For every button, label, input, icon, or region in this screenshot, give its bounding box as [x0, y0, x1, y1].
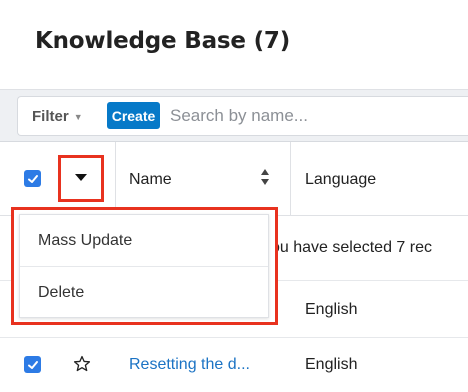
caret-down-icon	[75, 174, 87, 181]
select-all-checkbox[interactable]	[24, 170, 41, 187]
column-header-name[interactable]: Name	[129, 171, 172, 189]
row-language: English	[305, 356, 358, 373]
search-input[interactable]	[170, 102, 460, 130]
selection-notice-text: ou have selected 7 rec	[271, 239, 432, 256]
menu-item-delete[interactable]: Delete	[20, 267, 268, 319]
list-toolbar: Filter ▼ Create	[0, 90, 468, 142]
mass-actions-dropdown-button[interactable]	[58, 155, 104, 202]
menu-item-mass-update[interactable]: Mass Update	[20, 215, 268, 267]
row-language: English	[305, 301, 358, 318]
column-divider	[115, 142, 116, 216]
row-checkbox[interactable]	[24, 356, 41, 373]
sort-icon[interactable]	[260, 168, 270, 186]
filter-label: Filter	[32, 107, 69, 125]
create-button[interactable]: Create	[107, 102, 160, 129]
page-header: Knowledge Base (7)	[0, 0, 468, 90]
table-row[interactable]: Resetting the d... English	[0, 338, 468, 392]
row-name-link[interactable]: Resetting the d...	[129, 356, 250, 374]
check-icon	[27, 174, 38, 183]
filter-bar: Filter ▼ Create	[17, 96, 468, 136]
table-header: Name Language	[0, 142, 468, 216]
column-header-language[interactable]: Language	[305, 171, 376, 189]
chevron-down-icon: ▼	[73, 112, 83, 122]
column-divider	[290, 142, 291, 216]
favorite-star-icon[interactable]	[73, 355, 91, 373]
mass-actions-menu-highlight: Mass Update Delete	[11, 207, 278, 325]
page-title: Knowledge Base (7)	[35, 28, 291, 54]
check-icon	[27, 360, 38, 369]
mass-actions-menu: Mass Update Delete	[19, 214, 269, 318]
filter-button[interactable]: Filter ▼	[18, 97, 105, 135]
